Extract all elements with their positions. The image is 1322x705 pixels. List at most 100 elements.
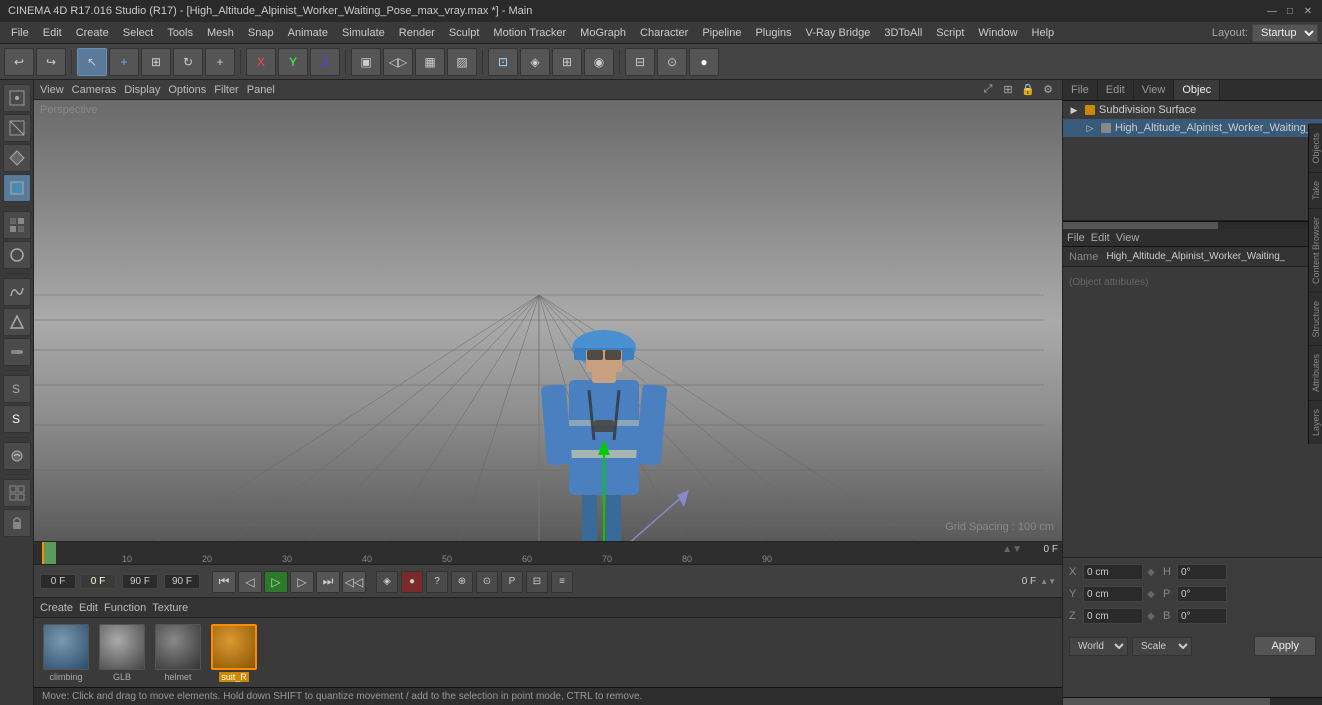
render-btn[interactable]: ⊟ bbox=[625, 48, 655, 76]
menu-help[interactable]: Help bbox=[1025, 25, 1062, 41]
viewport[interactable]: Y X Z Perspective Grid Spacing : 100 cm bbox=[34, 100, 1062, 541]
next-frame-btn[interactable]: ▷ bbox=[290, 571, 314, 593]
menu-motion-tracker[interactable]: Motion Tracker bbox=[486, 25, 573, 41]
keyframe-btn[interactable]: ◈ bbox=[376, 571, 398, 593]
menu-3dtoall[interactable]: 3DToAll bbox=[877, 25, 929, 41]
ipr-btn[interactable]: ⊙ bbox=[657, 48, 687, 76]
vp-ctrl-lock[interactable]: 🔒 bbox=[1020, 82, 1036, 98]
coord-b-rot[interactable] bbox=[1177, 608, 1227, 624]
menu-mesh[interactable]: Mesh bbox=[200, 25, 241, 41]
record-btn[interactable]: ● bbox=[401, 571, 423, 593]
menu-simulate[interactable]: Simulate bbox=[335, 25, 392, 41]
menu-window[interactable]: Window bbox=[971, 25, 1024, 41]
auto-key-btn[interactable]: ? bbox=[426, 571, 448, 593]
vp-menu-cameras[interactable]: Cameras bbox=[72, 84, 117, 96]
goto-start-btn[interactable]: ⏮ bbox=[212, 571, 236, 593]
frame-spinner[interactable]: ▲▼ bbox=[1040, 577, 1056, 586]
menu-snap[interactable]: Snap bbox=[241, 25, 281, 41]
move-btn[interactable]: + bbox=[109, 48, 139, 76]
frame-tool-3[interactable]: ▦ bbox=[415, 48, 445, 76]
vtab-take[interactable]: Take bbox=[1309, 172, 1322, 208]
redo-btn[interactable]: ↪ bbox=[36, 48, 66, 76]
minimize-btn[interactable]: — bbox=[1266, 5, 1278, 17]
close-btn[interactable]: ✕ bbox=[1302, 5, 1314, 17]
sidebar-render-btn[interactable] bbox=[3, 241, 31, 269]
shading-btn[interactable]: ◈ bbox=[520, 48, 550, 76]
start-frame-field[interactable] bbox=[40, 574, 76, 589]
prev-frame-btn[interactable]: ◁ bbox=[238, 571, 262, 593]
frame-tool-4[interactable]: ▨ bbox=[447, 48, 477, 76]
view3d-btn[interactable]: ⊡ bbox=[488, 48, 518, 76]
sidebar-s1-btn[interactable]: S bbox=[3, 375, 31, 403]
rtab-view[interactable]: View bbox=[1134, 80, 1175, 100]
attr-menu-file[interactable]: File bbox=[1067, 232, 1085, 244]
goto-end-btn[interactable]: ⏭ bbox=[316, 571, 340, 593]
menu-select[interactable]: Select bbox=[116, 25, 161, 41]
menu-pipeline[interactable]: Pipeline bbox=[695, 25, 748, 41]
sidebar-gen-btn[interactable] bbox=[3, 338, 31, 366]
shader-btn[interactable]: ◉ bbox=[584, 48, 614, 76]
material-helmet[interactable]: helmet bbox=[152, 624, 204, 682]
play-reverse-btn[interactable]: ◁◁ bbox=[342, 571, 366, 593]
wire-btn[interactable]: ⊞ bbox=[552, 48, 582, 76]
sidebar-sculpt-btn[interactable] bbox=[3, 442, 31, 470]
material-glb[interactable]: GLB bbox=[96, 624, 148, 682]
attr-menu-view[interactable]: View bbox=[1116, 232, 1140, 244]
sidebar-deform-btn[interactable] bbox=[3, 308, 31, 336]
menu-edit[interactable]: Edit bbox=[36, 25, 69, 41]
current-frame-field[interactable] bbox=[80, 574, 116, 589]
sidebar-s2-btn[interactable]: S bbox=[3, 405, 31, 433]
menu-plugins[interactable]: Plugins bbox=[748, 25, 798, 41]
material-suit-r[interactable]: suit_R bbox=[208, 624, 260, 682]
menu-tools[interactable]: Tools bbox=[160, 25, 200, 41]
undo-btn[interactable]: ↩ bbox=[4, 48, 34, 76]
vp-menu-panel[interactable]: Panel bbox=[247, 84, 275, 96]
coord-h-rot[interactable] bbox=[1177, 564, 1227, 580]
ftrack-btn[interactable]: P bbox=[501, 571, 523, 593]
sidebar-grid-btn[interactable] bbox=[3, 479, 31, 507]
vtab-structure[interactable]: Structure bbox=[1309, 292, 1322, 346]
vtab-content-browser[interactable]: Content Browser bbox=[1309, 208, 1322, 292]
menu-script[interactable]: Script bbox=[929, 25, 971, 41]
mat-menu-function[interactable]: Function bbox=[104, 602, 146, 614]
vp-menu-options[interactable]: Options bbox=[168, 84, 206, 96]
timeline-ruler[interactable]: 0 10 20 30 40 50 60 70 80 90 0 F ▲▼ bbox=[34, 542, 1062, 564]
frame-counter-spinner[interactable]: ▲▼ bbox=[1002, 544, 1022, 555]
sidebar-points-btn[interactable] bbox=[3, 84, 31, 112]
xaxis-btn[interactable]: X bbox=[246, 48, 276, 76]
zaxis-btn[interactable]: Z bbox=[310, 48, 340, 76]
coord-y-pos[interactable] bbox=[1083, 586, 1143, 602]
coord-system-dropdown[interactable]: World Local Object bbox=[1069, 637, 1128, 656]
rotate-btn[interactable]: ↻ bbox=[173, 48, 203, 76]
sidebar-edges-btn[interactable] bbox=[3, 114, 31, 142]
vtab-attributes[interactable]: Attributes bbox=[1309, 345, 1322, 400]
sidebar-curve-btn[interactable] bbox=[3, 278, 31, 306]
obj-high-altitude[interactable]: ▷ High_Altitude_Alpinist_Worker_Waiting_ bbox=[1063, 119, 1322, 137]
scale-btn[interactable]: ⊞ bbox=[141, 48, 171, 76]
sidebar-poly-btn[interactable] bbox=[3, 144, 31, 172]
menu-vray[interactable]: V-Ray Bridge bbox=[799, 25, 878, 41]
rtab-file[interactable]: File bbox=[1063, 80, 1098, 100]
frame-tool-2[interactable]: ◁▷ bbox=[383, 48, 413, 76]
frame-tool-1[interactable]: ▣ bbox=[351, 48, 381, 76]
max-frame-field[interactable] bbox=[164, 574, 200, 589]
bottom-scroll-thumb[interactable] bbox=[1063, 698, 1270, 705]
vp-ctrl-settings[interactable]: ⚙ bbox=[1040, 82, 1056, 98]
menu-sculpt[interactable]: Sculpt bbox=[442, 25, 487, 41]
yaxis-btn[interactable]: Y bbox=[278, 48, 308, 76]
transform-mode-dropdown[interactable]: Scale Move Rotate bbox=[1132, 637, 1192, 656]
sidebar-model-btn[interactable] bbox=[3, 174, 31, 202]
extra1-btn[interactable]: ⊟ bbox=[526, 571, 548, 593]
vp-menu-display[interactable]: Display bbox=[124, 84, 160, 96]
play-btn[interactable]: ▷ bbox=[264, 571, 288, 593]
sidebar-texture-btn[interactable] bbox=[3, 211, 31, 239]
sidebar-lock-btn[interactable] bbox=[3, 509, 31, 537]
rtab-objec[interactable]: Objec bbox=[1174, 80, 1220, 100]
light-btn[interactable]: ● bbox=[689, 48, 719, 76]
menu-render[interactable]: Render bbox=[392, 25, 442, 41]
mat-menu-edit[interactable]: Edit bbox=[79, 602, 98, 614]
mat-menu-create[interactable]: Create bbox=[40, 602, 73, 614]
obj-subdivision-surface[interactable]: ▶ Subdivision Surface bbox=[1063, 101, 1322, 119]
coord-p-rot[interactable] bbox=[1177, 586, 1227, 602]
select-mode-btn[interactable]: ↖ bbox=[77, 48, 107, 76]
